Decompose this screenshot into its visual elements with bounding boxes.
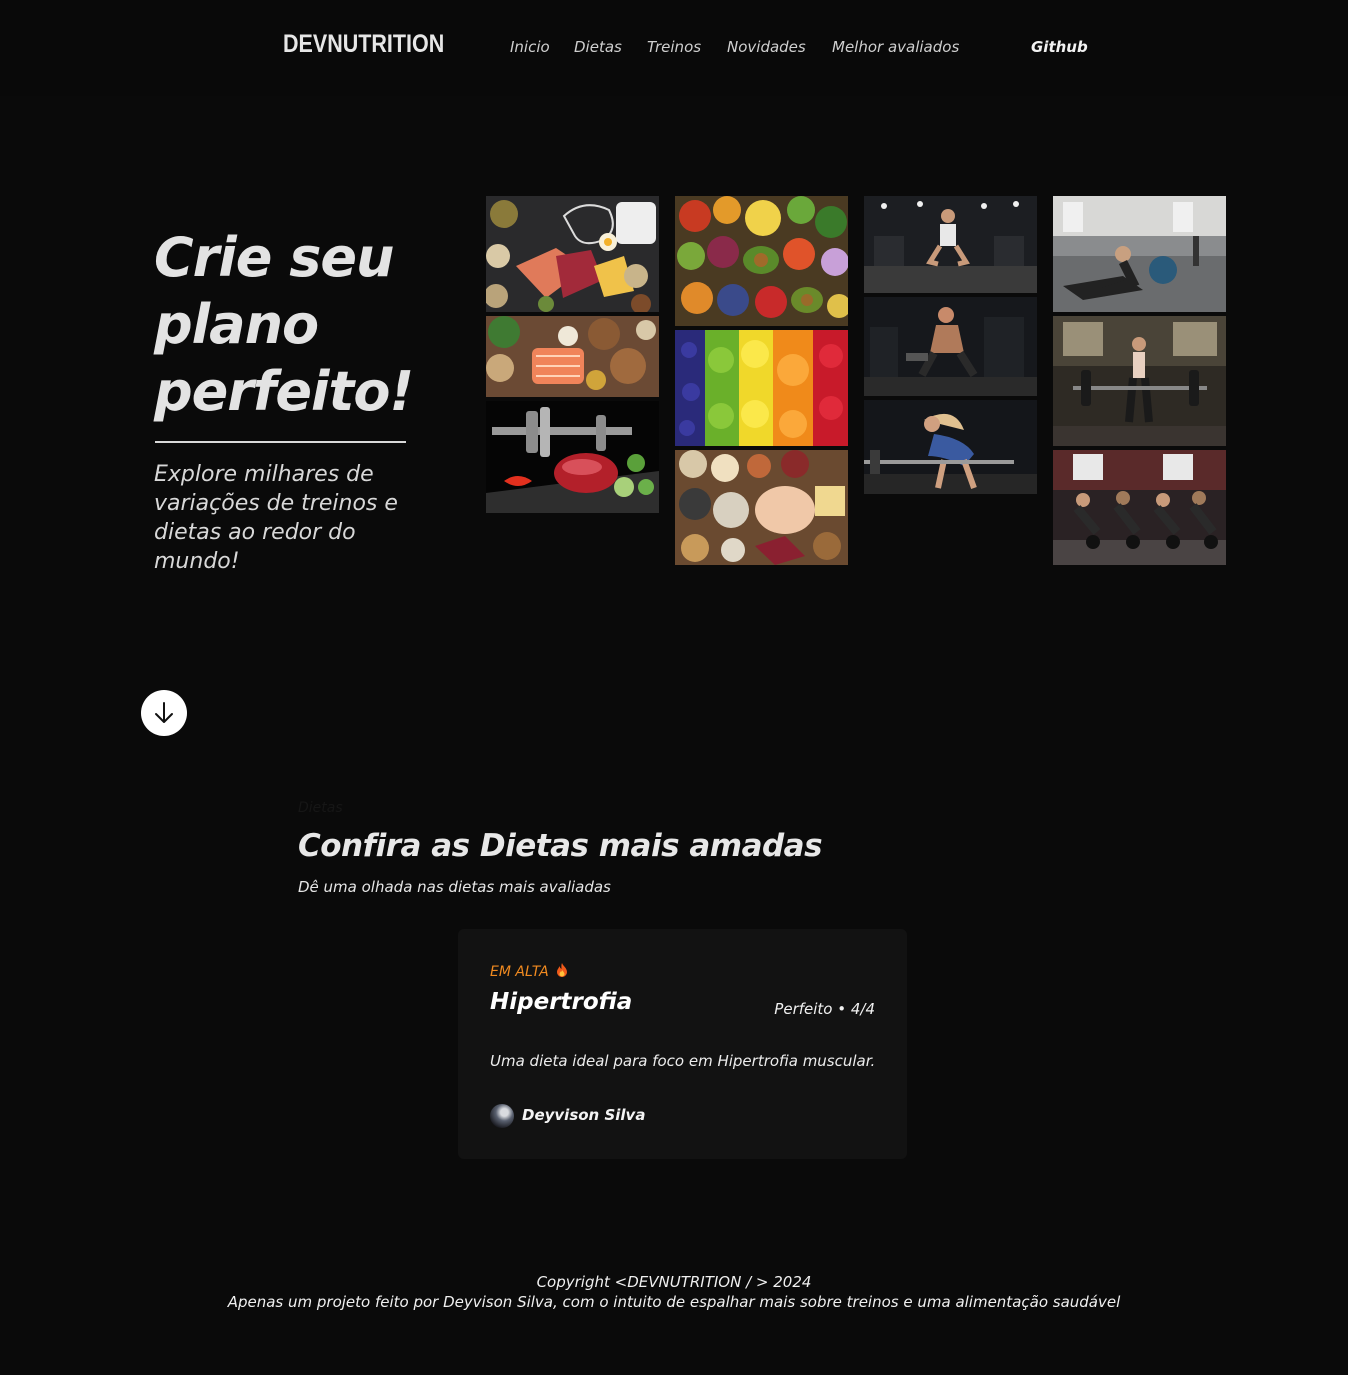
- group-kettlebell-pushup-photo: [1053, 450, 1226, 565]
- diet-rating: Perfeito • 4/4: [774, 1000, 875, 1018]
- avatar: [490, 1104, 514, 1128]
- nav-link-melhor-avaliados[interactable]: Melhor avaliados: [832, 38, 959, 56]
- footer: Copyright <DEVNUTRITION / > 2024 Apenas …: [0, 1272, 1348, 1312]
- dumbbell-meat-vegetables-photo: [486, 401, 659, 513]
- diet-card[interactable]: EM ALTA Hipertrofia Perfeito • 4/4 Uma d…: [458, 929, 907, 1159]
- arrow-down-icon: [155, 702, 173, 723]
- diet-description: Uma dieta ideal para foco em Hipertrofia…: [490, 1052, 876, 1070]
- woman-medicine-ball-situp-photo: [1053, 196, 1226, 312]
- github-link[interactable]: Github: [1031, 38, 1088, 56]
- woman-squat-gym-photo: [864, 196, 1037, 293]
- scroll-down-button[interactable]: [141, 690, 187, 736]
- nav-link-novidades[interactable]: Novidades: [727, 38, 806, 56]
- section-kicker: Dietas: [298, 800, 343, 816]
- man-dumbbell-gym-photo: [864, 297, 1037, 396]
- fire-icon: [556, 963, 568, 981]
- grains-eggs-chicken-photo: [675, 450, 848, 565]
- hero-title: Crie seu plano perfeito!: [154, 226, 414, 423]
- section-subtitle: Dê uma olhada nas dietas mais avaliadas: [298, 878, 611, 896]
- footer-copyright: Copyright <DEVNUTRITION / > 2024: [536, 1273, 812, 1291]
- woman-deadlift-photo: [1053, 316, 1226, 446]
- trending-badge-label: EM ALTA: [490, 964, 549, 980]
- trending-badge: EM ALTA: [490, 963, 568, 981]
- diet-name: Hipertrofia: [490, 989, 633, 1015]
- salmon-nuts-vegetables-photo: [486, 316, 659, 397]
- woman-barbell-row-photo: [864, 400, 1037, 494]
- hero-subtitle: Explore milhares de variações de treinos…: [154, 462, 398, 574]
- section-title: Confira as Dietas mais amadas: [298, 828, 823, 864]
- nav-link-dietas[interactable]: Dietas: [574, 38, 622, 56]
- assorted-fruits-vegetables-photo: [675, 196, 848, 326]
- footer-note: Apenas um projeto feito por Deyvison Sil…: [227, 1293, 1121, 1311]
- author-name: Deyvison Silva: [522, 1106, 646, 1124]
- hero-divider: [155, 441, 406, 443]
- top-navigation-bar: DEVNUTRITION Inicio Dietas Treinos Novid…: [0, 0, 1348, 96]
- nav-link-inicio[interactable]: Inicio: [510, 38, 550, 56]
- nav-link-treinos[interactable]: Treinos: [647, 38, 701, 56]
- healthy-foods-chalkboard-photo: [486, 196, 659, 312]
- rainbow-fruits-photo: [675, 330, 848, 446]
- logo[interactable]: DEVNUTRITION: [283, 30, 444, 59]
